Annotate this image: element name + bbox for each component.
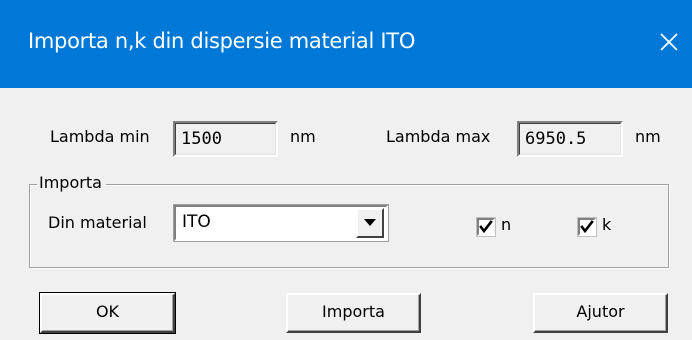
lambda-min-label: Lambda min <box>50 127 150 146</box>
material-dropdown-button[interactable] <box>356 208 384 238</box>
lambda-min-field[interactable]: 1500 <box>173 121 278 157</box>
lambda-max-label: Lambda max <box>386 127 491 146</box>
window-title: Importa n,k din dispersie material ITO <box>28 29 416 53</box>
checkbox-n-label: n <box>501 215 512 234</box>
check-icon <box>479 220 493 234</box>
close-button[interactable] <box>652 22 686 62</box>
lambda-min-unit: nm <box>290 127 316 146</box>
ok-button[interactable]: OK <box>39 292 176 334</box>
check-icon <box>580 220 594 234</box>
chevron-down-icon <box>364 219 376 226</box>
checkbox-n[interactable] <box>476 217 496 237</box>
lambda-max-field[interactable]: 6950.5 <box>517 121 623 157</box>
lambda-max-unit: nm <box>635 127 661 146</box>
import-button[interactable]: Importa <box>286 293 421 333</box>
help-button[interactable]: Ajutor <box>533 293 668 333</box>
import-group-title: Importa <box>37 173 106 192</box>
material-label: Din material <box>48 213 147 232</box>
close-icon <box>660 33 678 51</box>
dialog-window: Importa n,k din dispersie material ITO L… <box>0 0 692 340</box>
material-combobox-value: ITO <box>182 212 211 232</box>
checkbox-k-label: k <box>602 215 612 234</box>
title-bar[interactable]: Importa n,k din dispersie material ITO <box>0 0 692 88</box>
material-combobox[interactable]: ITO <box>173 204 389 242</box>
checkbox-k[interactable] <box>577 217 597 237</box>
